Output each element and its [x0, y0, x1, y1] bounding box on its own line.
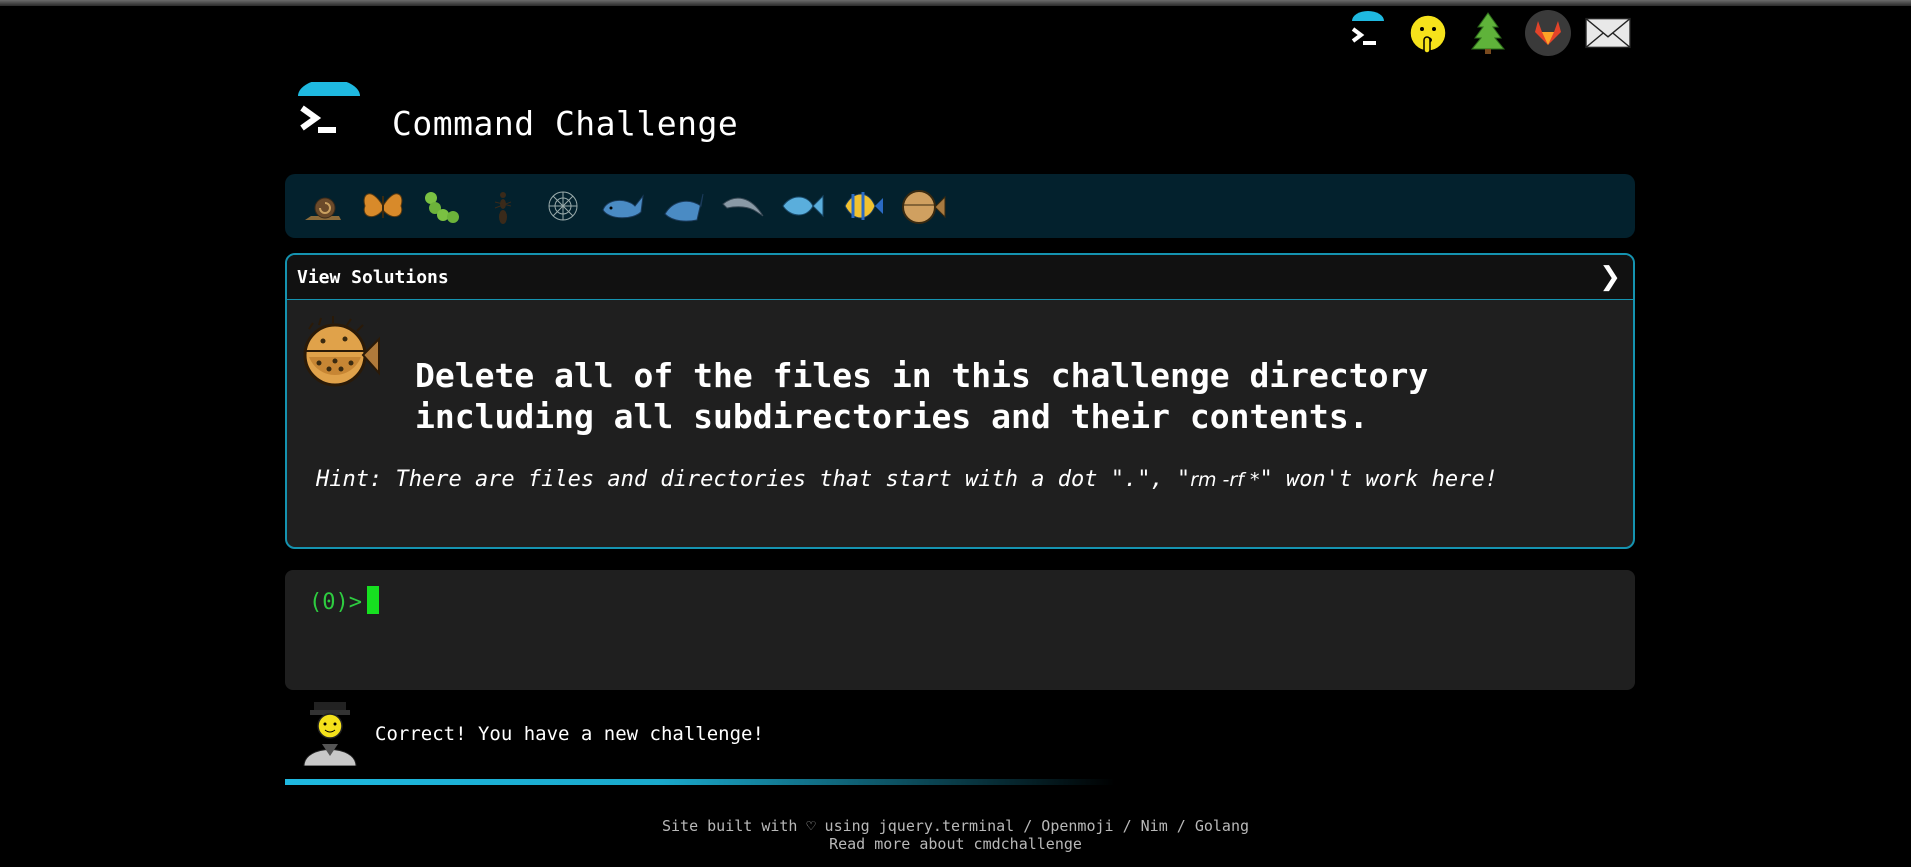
hint-text-suffix: " won't work here! [1259, 467, 1498, 492]
envelope-icon[interactable] [1585, 10, 1631, 56]
caterpillar-icon[interactable] [415, 178, 471, 234]
terminal-cursor [367, 586, 379, 614]
footer-prefix: Site built with ♡ using [661, 817, 879, 835]
footer-link-about[interactable]: Read more about cmdchallenge [829, 835, 1082, 853]
fish-icon[interactable] [775, 178, 831, 234]
ant-icon[interactable] [475, 178, 531, 234]
spider-web-icon[interactable] [535, 178, 591, 234]
level-strip [285, 174, 1635, 238]
assistant-avatar [300, 700, 360, 767]
whale-icon[interactable] [595, 178, 651, 234]
shark-icon[interactable] [655, 178, 711, 234]
footer-link-nim[interactable]: Nim [1141, 817, 1168, 835]
status-message: Correct! You have a new challenge! [375, 723, 764, 745]
view-solutions-label: View Solutions [297, 266, 449, 288]
footer-sep: / [1014, 817, 1042, 835]
terminal[interactable]: (0)> [285, 570, 1635, 690]
footer-sep: / [1167, 817, 1195, 835]
tropical-fish-icon[interactable] [835, 178, 891, 234]
hint-code: rm -rf * [1190, 469, 1260, 491]
challenge-hint: Hint: There are files and directories th… [316, 467, 1498, 492]
butterfly-icon[interactable] [355, 178, 411, 234]
blowfish-icon [299, 315, 381, 391]
footer-link-openmoji[interactable]: Openmoji [1041, 817, 1113, 835]
footer-link-jquery-terminal[interactable]: jquery.terminal [879, 817, 1014, 835]
top-icon-bar [1345, 10, 1631, 56]
site-logo-icon[interactable] [296, 79, 362, 148]
footer-link-golang[interactable]: Golang [1195, 817, 1249, 835]
gitlab-icon[interactable] [1525, 10, 1571, 56]
terminal-prompt: (0)> [309, 590, 362, 615]
window-top-border [0, 0, 1911, 6]
footer-about: Read more about cmdchallenge [0, 835, 1911, 853]
chevron-right-icon: ❯ [1599, 262, 1621, 292]
footer-sep: / [1113, 817, 1141, 835]
challenge-description: Delete all of the files in this challeng… [415, 356, 1429, 436]
dolphin-icon[interactable] [715, 178, 771, 234]
blowfish-icon[interactable] [895, 178, 951, 234]
page-title[interactable]: Command Challenge [392, 104, 738, 143]
footer-credits: Site built with ♡ using jquery.terminal … [0, 817, 1911, 835]
progress-bar [285, 779, 1115, 785]
snail-icon[interactable] [295, 178, 351, 234]
shushing-face-icon[interactable] [1405, 10, 1451, 56]
view-solutions-toggle[interactable]: View Solutions ❯ [287, 255, 1633, 300]
challenge-panel: View Solutions ❯ Delete all of the files… [285, 253, 1635, 549]
hint-text-prefix: Hint: There are files and directories th… [316, 467, 1191, 492]
evergreen-tree-icon[interactable] [1465, 10, 1511, 56]
terminal-logo-icon[interactable] [1345, 10, 1391, 56]
